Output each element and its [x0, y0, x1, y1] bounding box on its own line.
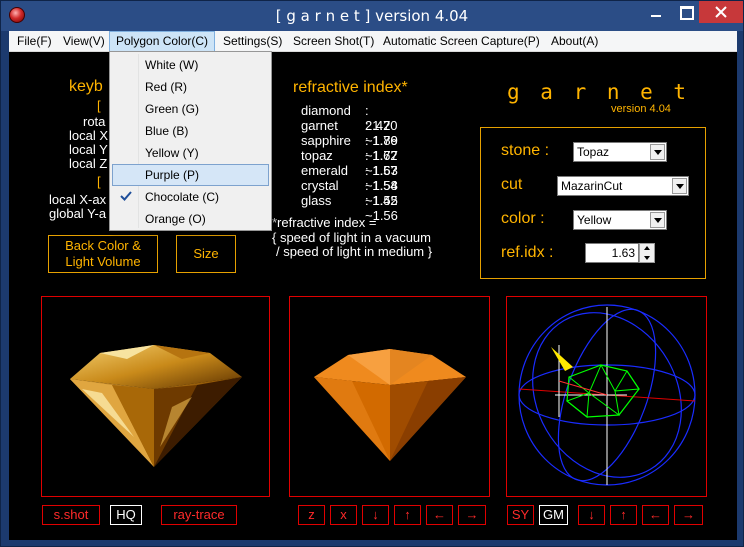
- arrow-right-button[interactable]: →: [458, 505, 486, 525]
- chevron-down-icon: [650, 144, 665, 160]
- checkmark-icon: [120, 191, 132, 201]
- brand-version: version 4.04: [611, 103, 671, 115]
- menu-polygon-color[interactable]: Polygon Color(C): [109, 31, 216, 52]
- back-color-light-volume-button[interactable]: Back Color & Light Volume: [48, 235, 158, 273]
- stepper-down-icon[interactable]: [640, 253, 654, 262]
- refractive-note-2: { speed of light in a vacuum: [272, 230, 431, 245]
- chevron-down-icon: [650, 212, 665, 228]
- arrow-left-button[interactable]: ←: [426, 505, 453, 525]
- menu-settings[interactable]: Settings(S): [217, 31, 288, 52]
- menu-item-blue[interactable]: Blue (B): [112, 120, 269, 142]
- gem-render: [70, 345, 242, 467]
- menu-view[interactable]: View(V): [57, 31, 111, 52]
- polygon-color-menu: White (W) Red (R) Green (G) Blue (B) Yel…: [109, 51, 272, 231]
- app-window: [ g a r n e t ] version 4.04 File(F) Vie…: [0, 0, 744, 547]
- menu-screen-shot[interactable]: Screen Shot(T): [287, 31, 380, 52]
- keyboard-line-5: local X-ax: [49, 192, 107, 207]
- ref-idx-label: ref.idx :: [501, 244, 554, 261]
- rotate-z-button[interactable]: z: [298, 505, 325, 525]
- arrow-up-button[interactable]: ↑: [394, 505, 421, 525]
- ref-idx-input[interactable]: 1.63: [585, 243, 639, 263]
- menu-item-yellow[interactable]: Yellow (Y): [112, 142, 269, 164]
- menu-item-chocolate[interactable]: Chocolate (C): [112, 186, 269, 208]
- menu-item-green[interactable]: Green (G): [112, 98, 269, 120]
- arrow-right-button-2[interactable]: →: [674, 505, 703, 525]
- menu-about[interactable]: About(A): [545, 31, 604, 52]
- menu-automatic-screen-capture[interactable]: Automatic Screen Capture(P): [377, 31, 546, 52]
- render-view-polygon[interactable]: [289, 296, 490, 497]
- keyboard-line-4: local Z: [69, 156, 108, 171]
- keyboard-line-2: local X: [69, 128, 109, 143]
- cut-label: cut: [501, 176, 523, 193]
- stepper-up-icon[interactable]: [640, 244, 654, 253]
- menu-item-purple[interactable]: Purple (P): [112, 164, 269, 186]
- title-bar: [ g a r n e t ] version 4.04: [1, 1, 743, 31]
- brand-name: g a r n e t: [507, 80, 691, 104]
- close-button[interactable]: [699, 1, 743, 23]
- keyboard-line-3: local Y: [69, 142, 108, 157]
- keyboard-bracket-2: [: [97, 174, 101, 189]
- refractive-title: refractive index*: [293, 79, 408, 96]
- refractive-note-3: / speed of light in medium }: [276, 244, 433, 259]
- arrow-up-button-2[interactable]: ↑: [610, 505, 637, 525]
- refractive-note-1: *refractive index =: [272, 215, 377, 230]
- cut-select[interactable]: MazarinCut: [557, 176, 689, 196]
- maximize-button[interactable]: [671, 1, 699, 23]
- polygon-render: [314, 349, 466, 461]
- properties-panel: stone : Topaz cut MazarinCut color : Yel…: [480, 127, 706, 279]
- menu-bar: File(F) View(V) Polygon Color(C) Setting…: [9, 31, 737, 52]
- arrow-left-button-2[interactable]: ←: [642, 505, 669, 525]
- minimize-button[interactable]: [641, 1, 671, 23]
- ref-idx-stepper[interactable]: [639, 243, 655, 263]
- size-button[interactable]: Size: [176, 235, 236, 273]
- render-view-wireframe[interactable]: [506, 296, 707, 497]
- window-title: [ g a r n e t ] version 4.04: [275, 7, 469, 25]
- close-icon: [715, 6, 727, 18]
- screenshot-button[interactable]: s.shot: [42, 505, 100, 525]
- gm-button[interactable]: GM: [539, 505, 568, 525]
- menu-item-orange[interactable]: Orange (O): [112, 208, 269, 230]
- keyboard-line-6: global Y-a: [49, 206, 107, 221]
- color-select[interactable]: Yellow: [573, 210, 667, 230]
- wireframe-render: [518, 304, 696, 486]
- color-label: color :: [501, 210, 545, 227]
- ray-trace-button[interactable]: ray-trace: [161, 505, 237, 525]
- arrow-down-button-2[interactable]: ↓: [578, 505, 605, 525]
- keyboard-heading: keyb: [69, 78, 103, 95]
- stone-select[interactable]: Topaz: [573, 142, 667, 162]
- hq-button[interactable]: HQ: [110, 505, 142, 525]
- rotate-x-button[interactable]: x: [330, 505, 357, 525]
- menu-file[interactable]: File(F): [11, 31, 58, 52]
- stone-label: stone :: [501, 142, 550, 159]
- arrow-down-button[interactable]: ↓: [362, 505, 389, 525]
- sy-button[interactable]: SY: [507, 505, 534, 525]
- keyboard-line-1: rota: [83, 114, 106, 129]
- menu-item-white[interactable]: White (W): [112, 54, 269, 76]
- chevron-down-icon: [672, 178, 687, 194]
- render-view-raytrace[interactable]: [41, 296, 270, 497]
- keyboard-bracket-1: [: [97, 98, 101, 113]
- menu-item-red[interactable]: Red (R): [112, 76, 269, 98]
